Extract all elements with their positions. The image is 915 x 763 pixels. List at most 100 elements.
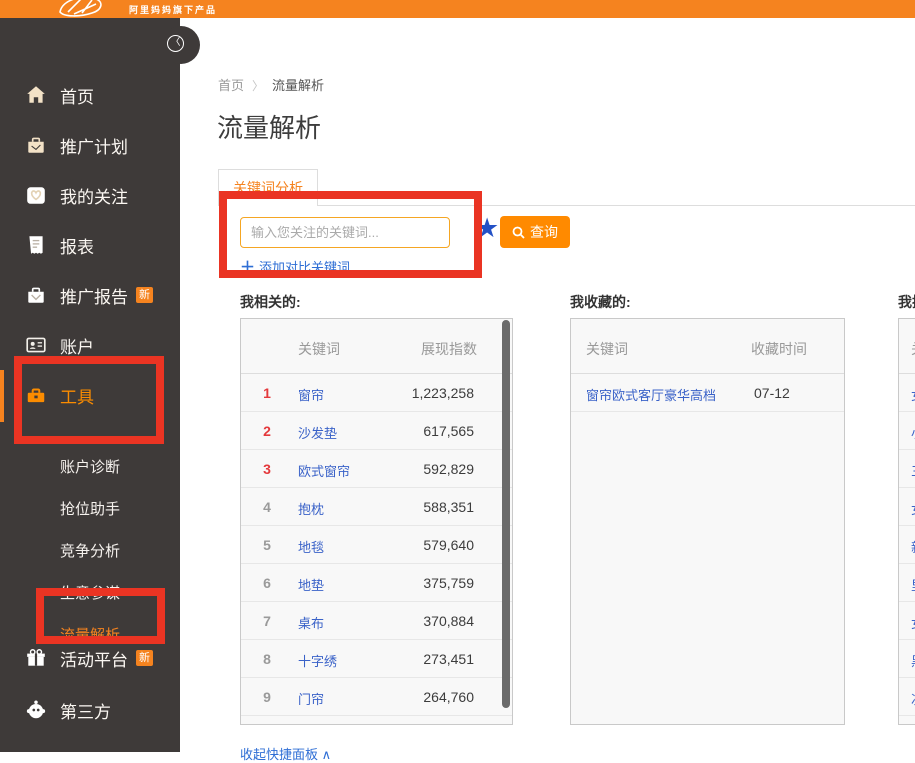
rank: 3 — [259, 461, 275, 477]
keyword-link[interactable]: 次 — [911, 689, 915, 708]
keyword-link[interactable]: 里 — [911, 575, 915, 594]
keyword-link[interactable]: 女 — [911, 499, 915, 518]
keyword-link[interactable]: 窗帘 — [298, 385, 324, 404]
favorite-star-icon[interactable]: ★ — [475, 213, 499, 244]
impression-index: 273,451 — [423, 651, 474, 667]
table-row: 小 — [899, 412, 915, 450]
sidebar-item-reports[interactable]: 报表 — [0, 220, 180, 270]
keyword-link[interactable]: 桌布 — [298, 613, 324, 632]
table-row: 1窗帘1,223,258 — [241, 374, 512, 412]
column-header-keyword: 关键词 — [586, 339, 628, 359]
rank: 8 — [259, 651, 275, 667]
favorites-panel-label: 我收藏的: — [570, 292, 631, 312]
sidebar-item-account[interactable]: 账户 — [0, 320, 180, 370]
search-icon — [512, 226, 525, 239]
favorites-table: 关键词 收藏时间 窗帘欧式客厅豪华高档 07-12 — [570, 318, 845, 725]
impression-index: 375,759 — [423, 575, 474, 591]
submenu-item-rank-assistant[interactable]: 抢位助手 — [60, 487, 180, 529]
breadcrumb-separator-icon: 〉 — [252, 79, 264, 93]
rank: 2 — [259, 423, 275, 439]
collapse-quick-panel-link[interactable]: 收起快捷面板 ∧ — [240, 744, 331, 763]
keyword-link[interactable]: 黑 — [911, 651, 915, 670]
impression-index: 1,223,258 — [412, 385, 474, 401]
impression-index: 264,760 — [423, 689, 474, 705]
table-row: 里 — [899, 564, 915, 602]
table-row: 9门帘264,760 — [241, 678, 512, 716]
impression-index: 579,640 — [423, 537, 474, 553]
keyword-search-input[interactable] — [240, 217, 450, 248]
keyword-link[interactable]: 小 — [911, 423, 915, 442]
keyword-link[interactable]: 地毯 — [298, 537, 324, 556]
sidebar-item-promo-report[interactable]: 推广报告 新 — [0, 270, 180, 320]
submenu-item-competition-analysis[interactable]: 竞争分析 — [60, 529, 180, 571]
new-badge: 新 — [136, 287, 153, 303]
column-header-keyword: 关键词 — [911, 339, 915, 359]
keyword-link[interactable]: 女 — [911, 385, 915, 404]
sidebar-item-activity-platform[interactable]: 活动平台 新 — [0, 633, 180, 683]
third-party-icon — [25, 699, 47, 721]
table-row: 新 — [899, 526, 915, 564]
table-header: 关键词 收藏时间 — [571, 319, 844, 374]
query-button[interactable]: 查询 — [500, 216, 570, 248]
toolbox-icon — [25, 384, 47, 406]
sidebar-item-third-party[interactable]: 第三方 — [0, 685, 180, 735]
breadcrumb-home[interactable]: 首页 — [218, 78, 244, 93]
sidebar-item-home[interactable]: 首页 — [0, 70, 180, 120]
tab-divider — [318, 205, 915, 206]
rank: 5 — [259, 537, 275, 553]
sidebar-collapse-button[interactable]: 〈 — [167, 35, 184, 52]
gift-icon — [25, 647, 47, 669]
top-brand-bar: 阿里妈妈旗下产品 — [0, 0, 915, 18]
keyword-link[interactable]: 窗帘欧式客厅豪华高档 — [586, 385, 716, 404]
keyword-link[interactable]: 门帘 — [298, 689, 324, 708]
searched-panel-label: 我搜索的: — [898, 292, 915, 312]
table-row: 5 地毯 579,640 — [241, 526, 512, 564]
briefcase-icon — [25, 134, 47, 156]
sidebar: 〈 首页 推广计划 我的关注 报表 推广报告 新 账户 工具 账户诊断 抢位助手… — [0, 18, 180, 752]
plus-icon: ＋ — [240, 259, 255, 276]
keyword-link[interactable]: 抱枕 — [298, 499, 324, 518]
related-panel-label: 我相关的: — [240, 292, 301, 312]
submenu-item-account-diagnosis[interactable]: 账户诊断 — [60, 445, 180, 487]
keyword-link[interactable]: 欧式窗帘 — [298, 461, 350, 480]
keyword-link[interactable]: 沙发垫 — [298, 423, 337, 442]
sidebar-item-favorites[interactable]: 我的关注 — [0, 170, 180, 220]
keyword-link[interactable]: 新 — [911, 537, 915, 556]
home-icon — [25, 84, 47, 106]
table-row: 三 — [899, 450, 915, 488]
id-card-icon — [25, 334, 47, 356]
searched-keywords-table: 关键词 女 小 三 女 新 里 女 黑 次 — [898, 318, 915, 725]
sidebar-item-campaigns[interactable]: 推广计划 — [0, 120, 180, 170]
keyword-link[interactable]: 地垫 — [298, 575, 324, 594]
tab-keyword-analysis[interactable]: 关键词分析 — [218, 169, 318, 206]
keyword-link[interactable]: 十字绣 — [298, 651, 337, 670]
submenu-item-business-advisor[interactable]: 生意参谋 — [60, 571, 180, 613]
sidebar-item-label: 报表 — [60, 233, 94, 258]
column-header-time: 收藏时间 — [751, 339, 807, 359]
submenu-label: 抢位助手 — [60, 498, 120, 519]
keyword-link[interactable]: 女 — [911, 613, 915, 632]
submenu-label: 竞争分析 — [60, 540, 120, 561]
related-keywords-table: 关键词 展现指数 1窗帘1,223,258 2沙发垫617,565 3欧式窗帘5… — [240, 318, 513, 725]
sidebar-item-label: 首页 — [60, 83, 94, 108]
new-badge: 新 — [136, 650, 153, 666]
sidebar-item-label: 账户 — [60, 333, 94, 358]
heart-icon — [25, 184, 47, 206]
table-row: 次 — [899, 678, 915, 716]
submenu-label: 账户诊断 — [60, 456, 120, 477]
table-row: 黑 — [899, 640, 915, 678]
impression-index: 370,884 — [423, 613, 474, 629]
sidebar-item-label: 工具 — [60, 383, 94, 408]
keyword-link[interactable]: 三 — [911, 461, 915, 480]
sidebar-item-label: 我的关注 — [60, 183, 128, 208]
sidebar-item-tools[interactable]: 工具 — [0, 370, 180, 420]
rank: 6 — [259, 575, 275, 591]
add-compare-keyword-link[interactable]: ＋添加对比关键词 — [240, 256, 350, 277]
table-row: 2沙发垫617,565 — [241, 412, 512, 450]
page-title: 流量解析 — [217, 108, 321, 145]
report-bag-icon — [25, 284, 47, 306]
breadcrumb-current: 流量解析 — [272, 78, 324, 93]
table-scrollbar[interactable] — [502, 320, 510, 708]
table-row: 窗帘欧式客厅豪华高档 07-12 — [571, 374, 844, 412]
query-button-label: 查询 — [530, 222, 558, 242]
